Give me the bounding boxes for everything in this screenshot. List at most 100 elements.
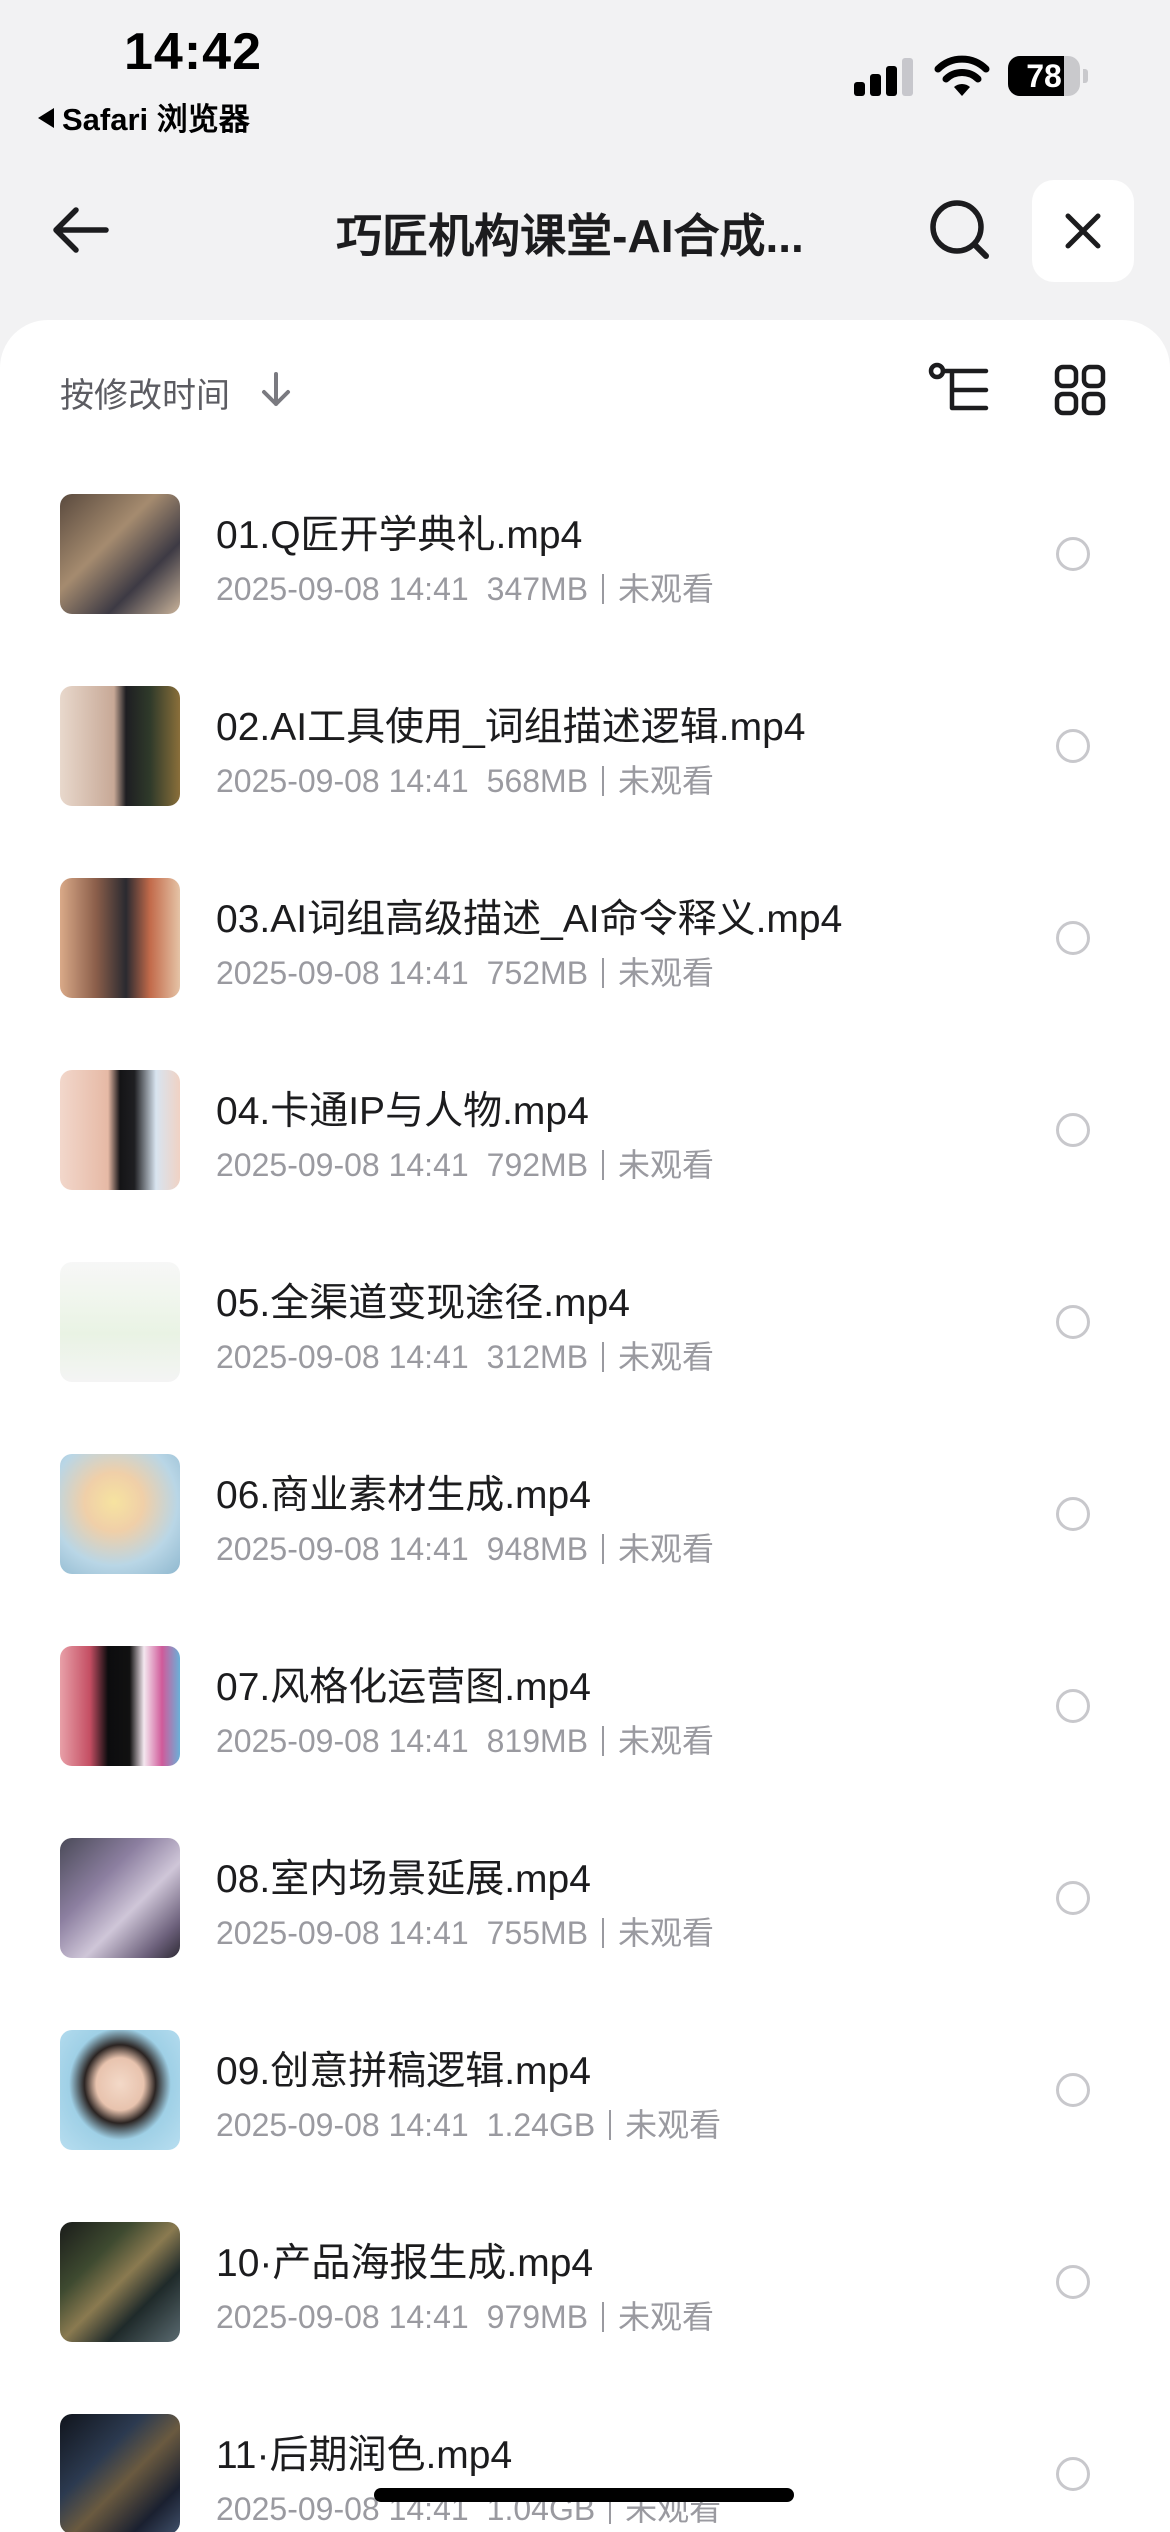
close-icon	[1065, 213, 1101, 249]
home-indicator[interactable]	[374, 2488, 794, 2502]
file-date: 2025-09-08 14:41	[216, 2299, 469, 2335]
file-meta: 2025-09-08 14:41 948MB 未观看	[216, 1524, 714, 1570]
video-thumbnail	[60, 1454, 180, 1574]
back-to-app-link[interactable]: Safari 浏览器	[38, 94, 250, 139]
watch-status: 未观看	[618, 1723, 715, 1759]
file-row[interactable]: 11·后期润色.mp4 2025-09-08 14:41 1.04GB 未观看	[0, 2380, 1170, 2532]
file-meta: 2025-09-08 14:41 312MB 未观看	[216, 1332, 714, 1378]
file-size: 347MB	[486, 571, 589, 607]
arrow-down-icon[interactable]	[258, 370, 294, 410]
wifi-icon	[934, 55, 990, 96]
select-radio[interactable]	[1056, 1113, 1090, 1147]
file-name: 04.卡通IP与人物.mp4	[216, 1090, 589, 1133]
header-bar: 巧匠机构课堂-AI合成...	[0, 150, 1170, 320]
file-name: 10·产品海报生成.mp4	[216, 2242, 594, 2285]
select-radio[interactable]	[1056, 921, 1090, 955]
file-size: 568MB	[486, 763, 589, 799]
file-name: 06.商业素材生成.mp4	[216, 1474, 591, 1517]
close-button[interactable]	[1032, 180, 1134, 282]
file-row[interactable]: 10·产品海报生成.mp4 2025-09-08 14:41 979MB 未观看	[0, 2188, 1170, 2380]
watch-status: 未观看	[618, 571, 715, 607]
file-size: 979MB	[486, 2299, 589, 2335]
video-thumbnail	[60, 1070, 180, 1190]
cellular-signal-icon	[854, 58, 914, 96]
video-thumbnail	[60, 878, 180, 998]
watch-status: 未观看	[618, 1339, 715, 1375]
file-size: 752MB	[486, 955, 589, 991]
file-row[interactable]: 03.AI词组高级描述_AI命令释义.mp4 2025-09-08 14:41 7…	[0, 844, 1170, 1036]
select-radio[interactable]	[1056, 2073, 1090, 2107]
search-icon[interactable]	[928, 198, 992, 262]
file-size: 792MB	[486, 1147, 589, 1183]
select-radio[interactable]	[1056, 2457, 1090, 2491]
watch-status: 未观看	[618, 1147, 715, 1183]
file-date: 2025-09-08 14:41	[216, 571, 469, 607]
select-radio[interactable]	[1056, 2265, 1090, 2299]
file-size: 1.24GB	[486, 2107, 596, 2143]
watch-status: 未观看	[625, 2107, 722, 2143]
file-date: 2025-09-08 14:41	[216, 2107, 469, 2143]
file-row[interactable]: 02.AI工具使用_词组描述逻辑.mp4 2025-09-08 14:41 568…	[0, 652, 1170, 844]
file-row[interactable]: 08.室内场景延展.mp4 2025-09-08 14:41 755MB 未观看	[0, 1804, 1170, 1996]
select-radio[interactable]	[1056, 1881, 1090, 1915]
file-date: 2025-09-08 14:41	[216, 1723, 469, 1759]
file-row[interactable]: 07.风格化运营图.mp4 2025-09-08 14:41 819MB 未观看	[0, 1612, 1170, 1804]
file-name: 03.AI词组高级描述_AI命令释义.mp4	[216, 898, 843, 941]
file-meta: 2025-09-08 14:41 568MB 未观看	[216, 756, 714, 802]
file-date: 2025-09-08 14:41	[216, 1147, 469, 1183]
file-meta: 2025-09-08 14:41 752MB 未观看	[216, 948, 714, 994]
sort-by-modified-button[interactable]: 按修改时间	[60, 368, 230, 417]
file-name: 11·后期润色.mp4	[216, 2434, 513, 2477]
file-date: 2025-09-08 14:41	[216, 955, 469, 991]
video-thumbnail	[60, 2414, 180, 2532]
file-meta: 2025-09-08 14:41 792MB 未观看	[216, 1140, 714, 1186]
file-row[interactable]: 05.全渠道变现途径.mp4 2025-09-08 14:41 312MB 未观看	[0, 1228, 1170, 1420]
sort-toolbar: 按修改时间	[0, 320, 1170, 460]
file-date: 2025-09-08 14:41	[216, 1915, 469, 1951]
select-radio[interactable]	[1056, 729, 1090, 763]
file-name: 07.风格化运营图.mp4	[216, 1666, 591, 1709]
file-meta: 2025-09-08 14:41 755MB 未观看	[216, 1908, 714, 1954]
file-row[interactable]: 06.商业素材生成.mp4 2025-09-08 14:41 948MB 未观看	[0, 1420, 1170, 1612]
select-radio[interactable]	[1056, 1497, 1090, 1531]
select-radio[interactable]	[1056, 1689, 1090, 1723]
status-bar: 14:42 Safari 浏览器 78	[0, 0, 1170, 150]
file-size: 948MB	[486, 1531, 589, 1567]
watch-status: 未观看	[618, 2299, 715, 2335]
file-list: 01.Q匠开学典礼.mp4 2025-09-08 14:41 347MB 未观看 0…	[0, 460, 1170, 2532]
video-thumbnail	[60, 686, 180, 806]
battery-percent: 78	[1026, 58, 1062, 94]
grid-view-icon[interactable]	[1054, 364, 1106, 416]
file-row[interactable]: 01.Q匠开学典礼.mp4 2025-09-08 14:41 347MB 未观看	[0, 460, 1170, 652]
file-row[interactable]: 09.创意拼稿逻辑.mp4 2025-09-08 14:41 1.24GB 未观看	[0, 1996, 1170, 2188]
file-meta: 2025-09-08 14:41 819MB 未观看	[216, 1716, 714, 1762]
arrow-left-icon[interactable]	[48, 198, 112, 262]
page-title: 巧匠机构课堂-AI合成...	[336, 210, 804, 262]
video-thumbnail	[60, 494, 180, 614]
file-name: 02.AI工具使用_词组描述逻辑.mp4	[216, 706, 806, 749]
file-size: 755MB	[486, 1915, 589, 1951]
file-name: 09.创意拼稿逻辑.mp4	[216, 2050, 591, 2093]
file-row[interactable]: 04.卡通IP与人物.mp4 2025-09-08 14:41 792MB 未观看	[0, 1036, 1170, 1228]
video-thumbnail	[60, 1646, 180, 1766]
back-triangle-icon	[38, 108, 54, 128]
watch-status: 未观看	[618, 1915, 715, 1951]
back-app-label: Safari 浏览器	[62, 102, 250, 137]
file-name: 05.全渠道变现途径.mp4	[216, 1282, 630, 1325]
video-thumbnail	[60, 1838, 180, 1958]
tree-view-icon[interactable]	[928, 362, 990, 418]
file-meta: 2025-09-08 14:41 1.24GB 未观看	[216, 2100, 721, 2146]
battery-indicator: 78	[1008, 56, 1088, 96]
select-radio[interactable]	[1056, 537, 1090, 571]
select-radio[interactable]	[1056, 1305, 1090, 1339]
file-name: 01.Q匠开学典礼.mp4	[216, 514, 583, 557]
file-meta: 2025-09-08 14:41 347MB 未观看	[216, 564, 714, 610]
file-meta: 2025-09-08 14:41 979MB 未观看	[216, 2292, 714, 2338]
file-size: 819MB	[486, 1723, 589, 1759]
video-thumbnail	[60, 2222, 180, 2342]
video-thumbnail	[60, 1262, 180, 1382]
status-time: 14:42	[124, 23, 262, 81]
file-date: 2025-09-08 14:41	[216, 1531, 469, 1567]
file-list-panel: 按修改时间 01.Q匠开学典礼.mp4 2025-09-08 14:41 347M…	[0, 320, 1170, 2532]
file-date: 2025-09-08 14:41	[216, 763, 469, 799]
